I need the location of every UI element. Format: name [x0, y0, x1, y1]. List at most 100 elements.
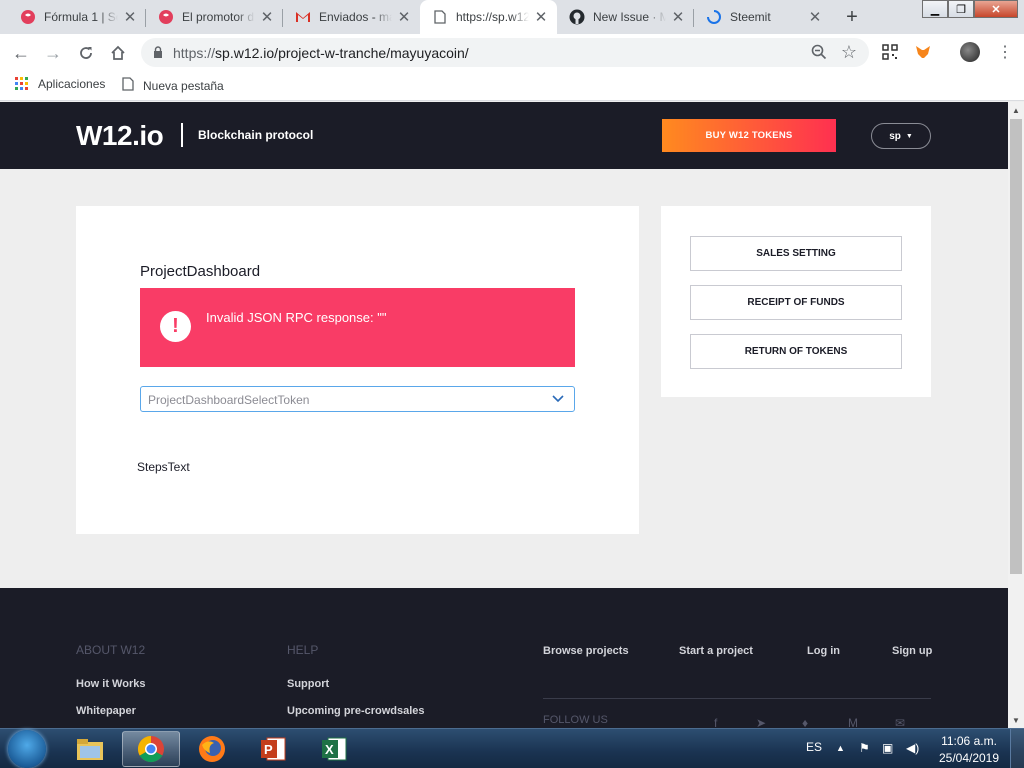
- screen: Fórmula 1 | Sc ✕ El promotor d ✕ Enviado…: [0, 0, 1024, 768]
- browser-tab-active[interactable]: https://sp.w12 ✕: [420, 0, 557, 34]
- page-scrollbar[interactable]: ▲ ▼: [1008, 102, 1024, 728]
- github-icon: [569, 9, 585, 25]
- close-tab-icon[interactable]: ✕: [533, 9, 549, 26]
- firefox-taskbar-icon[interactable]: [183, 731, 241, 767]
- site-tagline: Blockchain protocol: [198, 128, 314, 142]
- url-path: sp.w12.io/project-w-tranche/mayuyacoin/: [215, 45, 469, 61]
- steemit-red-icon: [158, 9, 174, 25]
- close-tab-icon[interactable]: ✕: [396, 9, 412, 26]
- tab-title: https://sp.w12: [456, 10, 529, 24]
- back-button[interactable]: ←: [8, 40, 34, 66]
- chrome-taskbar-icon[interactable]: [122, 731, 180, 767]
- facebook-icon[interactable]: f: [714, 716, 728, 728]
- return-of-tokens-button[interactable]: RETURN OF TOKENS: [690, 334, 902, 369]
- window-close-button[interactable]: ✕: [974, 0, 1018, 18]
- close-tab-icon[interactable]: ✕: [807, 9, 823, 26]
- footer-follow-heading: FOLLOW US: [543, 714, 608, 726]
- minimize-button[interactable]: ▁: [922, 0, 948, 18]
- footer-link-browse-projects[interactable]: Browse projects: [543, 645, 629, 657]
- steemit-red-icon: [20, 9, 36, 25]
- footer-help-heading: HELP: [287, 643, 319, 657]
- exclamation-icon: !: [160, 311, 191, 342]
- explorer-taskbar-icon[interactable]: [61, 731, 119, 767]
- reload-button[interactable]: [73, 40, 99, 66]
- zoom-icon[interactable]: [811, 44, 827, 65]
- powerpoint-taskbar-icon[interactable]: P: [244, 731, 302, 767]
- token-select-placeholder: ProjectDashboardSelectToken: [148, 393, 310, 407]
- windows-start-button[interactable]: [8, 730, 46, 768]
- footer-link-upcoming[interactable]: Upcoming pre-crowdsales: [287, 705, 425, 717]
- clock-time: 11:06 a.m.: [941, 734, 997, 748]
- address-bar[interactable]: https://sp.w12.io/project-w-tranche/mayu…: [141, 38, 869, 67]
- browser-tab-1[interactable]: Fórmula 1 | Sc ✕: [8, 0, 146, 34]
- token-select[interactable]: ProjectDashboardSelectToken: [140, 386, 575, 412]
- page-icon: [432, 9, 448, 25]
- steps-text: StepsText: [137, 460, 190, 474]
- site-logo[interactable]: W12.io: [76, 120, 164, 152]
- scrollbar-thumb[interactable]: [1010, 119, 1022, 574]
- bookmark-star-icon[interactable]: ☆: [841, 42, 857, 63]
- network-icon[interactable]: ▣: [882, 741, 893, 755]
- close-tab-icon[interactable]: ✕: [122, 9, 138, 26]
- footer-divider: [543, 698, 931, 699]
- loading-icon: [706, 9, 722, 25]
- home-button[interactable]: [105, 40, 131, 66]
- receipt-of-funds-button[interactable]: RECEIPT OF FUNDS: [690, 285, 902, 320]
- action-center-flag-icon[interactable]: ⚑: [859, 741, 870, 755]
- forward-button[interactable]: →: [40, 40, 66, 66]
- browser-tab-3[interactable]: Enviados - ma ✕: [283, 0, 420, 34]
- browser-tab-5[interactable]: New Issue · M ✕: [557, 0, 694, 34]
- qr-extension-icon[interactable]: [882, 44, 900, 62]
- footer-link-support[interactable]: Support: [287, 678, 329, 690]
- excel-taskbar-icon[interactable]: X: [305, 731, 363, 767]
- telegram-icon[interactable]: ➤: [756, 716, 770, 728]
- footer-link-how-it-works[interactable]: How it Works: [76, 678, 145, 690]
- show-desktop-button[interactable]: [1010, 729, 1024, 768]
- lock-icon: [153, 46, 163, 61]
- page-icon: [122, 77, 134, 94]
- bookmark-label: Aplicaciones: [38, 77, 106, 91]
- footer-link-login[interactable]: Log in: [807, 645, 840, 657]
- web-page: W12.io Blockchain protocol BUY W12 TOKEN…: [0, 102, 1008, 728]
- buy-tokens-button[interactable]: BUY W12 TOKENS: [662, 119, 836, 152]
- scroll-down-arrow-icon[interactable]: ▼: [1008, 712, 1024, 728]
- bookmark-label: Nueva pestaña: [143, 78, 224, 93]
- bookmark-new-tab[interactable]: Nueva pestaña: [122, 77, 224, 94]
- volume-icon[interactable]: ◀): [906, 741, 919, 755]
- footer-link-whitepaper[interactable]: Whitepaper: [76, 705, 136, 717]
- profile-avatar[interactable]: [960, 42, 980, 62]
- input-language-indicator[interactable]: ES: [806, 740, 822, 754]
- error-alert: ! Invalid JSON RPC response: "": [140, 288, 575, 367]
- metamask-fox-icon[interactable]: [915, 44, 933, 62]
- system-clock[interactable]: 11:06 a.m. 25/04/2019: [934, 733, 1004, 767]
- logo-divider: [181, 123, 183, 147]
- url-scheme: https://: [173, 45, 216, 61]
- sales-setting-button[interactable]: SALES SETTING: [690, 236, 902, 271]
- browser-tab-2[interactable]: El promotor d ✕: [146, 0, 283, 34]
- browser-toolbar: ← → https://sp.w12.io/project-w-tranche/…: [0, 34, 1024, 72]
- svg-text:P: P: [264, 742, 273, 757]
- tab-title: New Issue · M: [593, 10, 666, 24]
- browser-tab-6[interactable]: Steemit ✕: [694, 0, 831, 34]
- twitter-icon[interactable]: ♦: [802, 716, 816, 728]
- error-message: Invalid JSON RPC response: "": [206, 310, 387, 325]
- medium-icon[interactable]: M: [848, 716, 862, 728]
- chevron-down-icon: [552, 392, 564, 407]
- maximize-button[interactable]: ❐: [948, 0, 974, 18]
- tab-title: Fórmula 1 | Sc: [44, 10, 118, 24]
- language-selector[interactable]: sp ▼: [871, 123, 931, 149]
- footer-link-signup[interactable]: Sign up: [892, 645, 932, 657]
- site-footer: ABOUT W12 How it Works Whitepaper HELP S…: [0, 588, 1008, 728]
- bookmark-apps[interactable]: Aplicaciones: [15, 77, 105, 91]
- mail-icon[interactable]: ✉: [895, 716, 909, 728]
- close-tab-icon[interactable]: ✕: [670, 9, 686, 26]
- scroll-up-arrow-icon[interactable]: ▲: [1008, 102, 1024, 118]
- dashboard-card: ProjectDashboard ! Invalid JSON RPC resp…: [76, 206, 639, 534]
- new-tab-button[interactable]: +: [840, 5, 864, 29]
- menu-kebab-icon[interactable]: ⋮: [997, 42, 1015, 61]
- actions-card: SALES SETTING RECEIPT OF FUNDS RETURN OF…: [661, 206, 931, 397]
- footer-link-start-project[interactable]: Start a project: [679, 645, 753, 657]
- close-tab-icon[interactable]: ✕: [259, 9, 275, 26]
- tray-expand-arrow-icon[interactable]: ▲: [836, 743, 845, 753]
- url-text[interactable]: https://sp.w12.io/project-w-tranche/mayu…: [173, 45, 469, 61]
